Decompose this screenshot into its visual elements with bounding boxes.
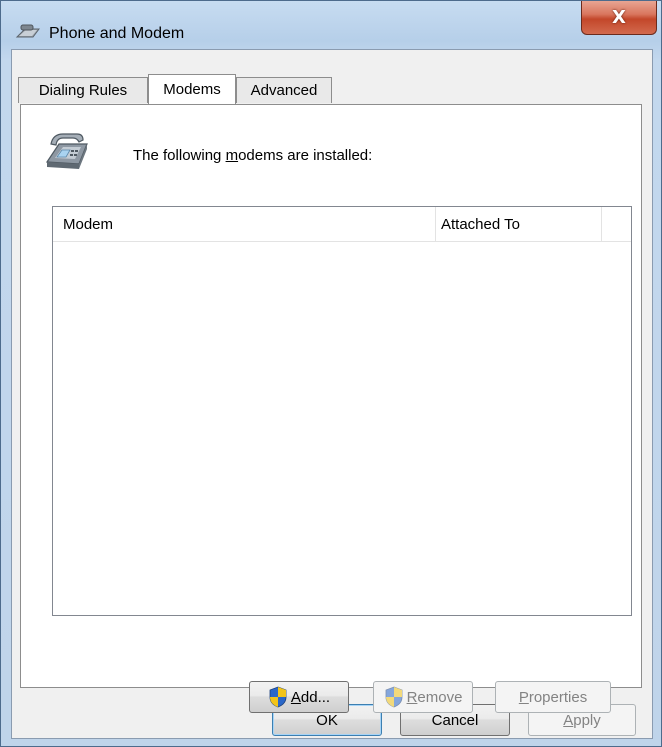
tab-label: Modems	[163, 81, 221, 98]
tab-label: Advanced	[250, 82, 318, 99]
add-button-label: Add...	[290, 688, 331, 706]
title-bar[interactable]: Phone and Modem X	[1, 1, 661, 47]
cancel-button-label: Cancel	[431, 711, 479, 729]
uac-shield-icon	[269, 686, 287, 708]
tab-dialing-rules[interactable]: Dialing Rules	[18, 77, 148, 103]
properties-button-label: Properties	[518, 688, 588, 706]
window-title: Phone and Modem	[49, 25, 185, 42]
apply-button-label: Apply	[563, 711, 601, 729]
installed-modems-label: The following modems are installed:	[133, 147, 373, 164]
telephone-icon	[45, 133, 88, 169]
uac-shield-icon	[385, 686, 402, 708]
modems-list[interactable]: Modem Attached To	[52, 206, 632, 616]
phone-modem-icon	[15, 24, 40, 38]
modems-tab-panel: The following modems are installed: Mode…	[20, 104, 642, 713]
tab-label: Dialing Rules	[38, 82, 128, 99]
dialog-client-area: Dialing Rules Modems Advanced The follow…	[11, 49, 653, 739]
ok-button-label: OK	[316, 711, 338, 729]
properties-button[interactable]: Properties	[495, 681, 611, 713]
tab-advanced[interactable]: Advanced	[236, 77, 332, 103]
remove-button[interactable]: Remove	[373, 681, 473, 713]
remove-button-label: Remove	[406, 688, 463, 706]
column-header-attached-to[interactable]: Attached To	[436, 207, 602, 241]
add-button[interactable]: Add...	[249, 681, 349, 713]
close-icon: X	[612, 7, 626, 28]
close-button[interactable]: X	[581, 1, 657, 35]
column-header-modem[interactable]: Modem	[53, 207, 436, 241]
modems-list-header: Modem Attached To	[53, 207, 631, 242]
phone-and-modem-window: Phone and Modem X Dialing Rules Modems A…	[0, 0, 662, 747]
tab-modems[interactable]: Modems	[148, 74, 236, 104]
